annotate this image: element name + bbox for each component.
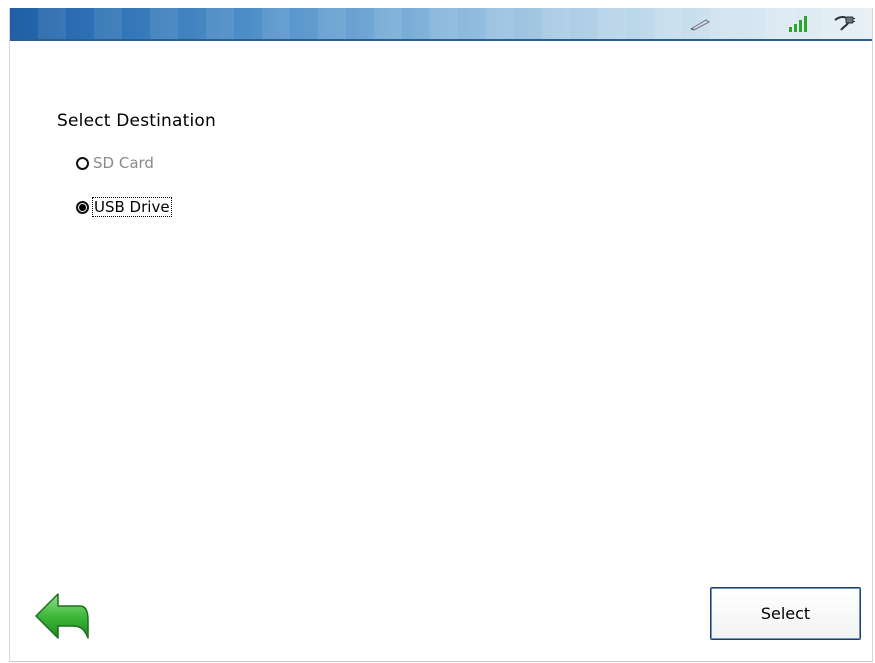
page-title: Select Destination: [57, 111, 216, 131]
power-plug-icon: [830, 13, 858, 35]
radio-usb-drive[interactable]: USB Drive: [76, 197, 172, 217]
app-window: Select Destination SD Card USB Drive Sel…: [9, 8, 873, 662]
status-bar: [10, 8, 872, 41]
back-button[interactable]: [34, 590, 90, 642]
radio-sd-card[interactable]: SD Card: [76, 154, 154, 172]
radio-label-sd-card: SD Card: [93, 154, 154, 172]
radio-label-usb-drive: USB Drive: [92, 197, 172, 217]
signal-strength-icon: [784, 13, 812, 35]
status-icons: [686, 13, 858, 35]
radio-button-icon[interactable]: [76, 156, 89, 170]
pen-icon: [686, 13, 714, 35]
select-button[interactable]: Select: [710, 587, 861, 640]
radio-button-selected-icon[interactable]: [76, 200, 89, 214]
back-arrow-icon: [35, 593, 89, 639]
